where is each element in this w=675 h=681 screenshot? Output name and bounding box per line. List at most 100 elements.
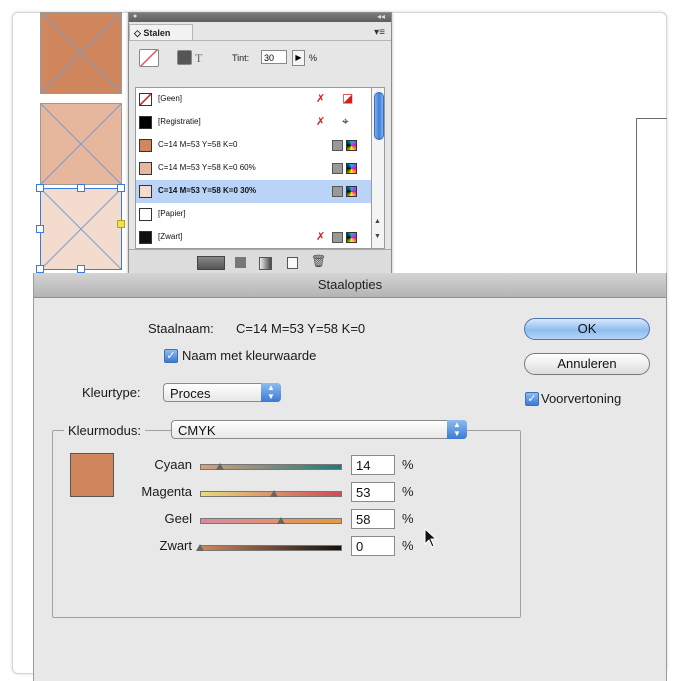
color-mode-value: CMYK: [178, 423, 216, 438]
swatch-name-label: Staalnaam:: [148, 321, 214, 336]
tint-arrow-icon[interactable]: ▶: [292, 50, 305, 66]
cancel-button[interactable]: Annuleren: [524, 353, 650, 375]
selection-handle[interactable]: [36, 225, 44, 233]
tint-input[interactable]: 30: [261, 50, 287, 64]
swatch-chip: [139, 231, 152, 244]
swatch-row-black[interactable]: [Zwart] ✗: [136, 226, 371, 249]
percent-unit: %: [402, 484, 414, 499]
tab-swatches[interactable]: ◇ Stalen: [129, 24, 193, 41]
swatch-chip: [139, 162, 152, 175]
panel-footer: 🗑: [129, 249, 391, 276]
slider-label-geel: Geel: [164, 511, 192, 526]
swatch-list-scrollbar[interactable]: ▲ ▼: [371, 87, 385, 249]
selection-handle[interactable]: [77, 184, 85, 192]
show-color-swatches-icon[interactable]: [235, 257, 246, 268]
placeholder-cross-icon: [41, 189, 121, 269]
color-preview-swatch: [70, 453, 114, 497]
swatch-row-paper[interactable]: [Papier]: [136, 203, 371, 226]
panel-menu-icon[interactable]: ▾≡: [374, 27, 385, 38]
swatch-row-registration[interactable]: [Registratie] ✗ ⌖: [136, 111, 371, 134]
slider-thumb-cyaan[interactable]: [215, 463, 224, 470]
registration-icon: ⌖: [342, 114, 349, 128]
percent-unit: %: [402, 538, 414, 553]
placeholder-cross-icon: [41, 104, 121, 184]
dialog-title: Staalopties: [34, 273, 666, 298]
preview-label: Voorvertoning: [541, 391, 622, 406]
tint-label: Tint:: [232, 53, 250, 63]
selection-handle[interactable]: [117, 184, 125, 192]
process-color-icon: [332, 232, 343, 243]
placeholder-cross-icon: [41, 13, 121, 93]
percent-unit: %: [402, 511, 414, 526]
panel-title-strip[interactable]: ● ◂◂: [129, 12, 391, 22]
selection-handle[interactable]: [36, 184, 44, 192]
scroll-thumb[interactable]: [374, 92, 384, 140]
page-edge: [636, 118, 667, 275]
process-color-icon: [332, 186, 343, 197]
tint-unit: %: [309, 53, 318, 63]
process-color-icon: [332, 163, 343, 174]
close-dot-icon[interactable]: ●: [133, 13, 137, 20]
no-edit-icon: ✗: [316, 93, 326, 105]
swatch-row-cmyk-30-selected[interactable]: C=14 M=53 Y=58 K=0 30%: [136, 180, 371, 203]
frame-tile-30-selected[interactable]: [40, 188, 122, 270]
cmyk-mode-icon: [346, 186, 357, 197]
swatch-row-cmyk[interactable]: C=14 M=53 Y=58 K=0: [136, 134, 371, 157]
name-with-value-checkbox[interactable]: ✓: [164, 349, 178, 363]
name-with-value-label: Naam met kleurwaarde: [182, 348, 317, 363]
slider-label-cyaan: Cyaan: [154, 457, 192, 472]
swatch-name: [Geen]: [158, 94, 183, 103]
no-edit-icon: ✗: [316, 116, 326, 128]
scroll-down-icon[interactable]: ▼: [374, 233, 381, 240]
preview-checkbox[interactable]: ✓: [525, 392, 539, 406]
swatch-options-dialog: Staalopties Staalnaam: C=14 M=53 Y=58 K=…: [33, 273, 667, 681]
slider-thumb-geel[interactable]: [277, 517, 286, 524]
cmyk-mode-icon: [346, 140, 357, 151]
percent-unit: %: [402, 457, 414, 472]
mouse-pointer-icon: [424, 528, 438, 548]
no-edit-icon: ✗: [316, 231, 326, 243]
swatch-chip: [139, 116, 152, 129]
collapse-icon[interactable]: ◂◂: [377, 12, 385, 21]
trash-icon[interactable]: 🗑: [311, 254, 326, 268]
formatting-container-icon[interactable]: [177, 50, 192, 65]
slider-track-zwart[interactable]: [200, 545, 342, 551]
color-mode-label: Kleurmodus:: [64, 423, 145, 438]
swatch-row-none[interactable]: [Geen] ✗ ◪: [136, 88, 371, 111]
swatch-name: [Papier]: [158, 209, 186, 218]
color-type-label: Kleurtype:: [82, 385, 141, 400]
selection-handle[interactable]: [36, 265, 44, 273]
slider-track-geel[interactable]: [200, 518, 342, 524]
show-all-swatches-icon[interactable]: [197, 256, 225, 270]
value-field-magenta[interactable]: 53: [351, 482, 395, 502]
value-field-geel[interactable]: 58: [351, 509, 395, 529]
swatch-chip: [139, 208, 152, 221]
frame-tile-100[interactable]: [40, 12, 122, 94]
frame-tile-60[interactable]: [40, 103, 122, 185]
slider-label-zwart: Zwart: [159, 538, 193, 553]
swatch-chip: [139, 185, 152, 198]
value-field-zwart[interactable]: 0: [351, 536, 395, 556]
swatch-name: [Zwart]: [158, 232, 183, 241]
stroke-none-icon: ◪: [342, 91, 354, 105]
color-mode-select[interactable]: CMYK ▲ ▼: [171, 420, 467, 439]
slider-thumb-zwart[interactable]: [196, 544, 204, 551]
swatch-name: C=14 M=53 Y=58 K=0: [158, 140, 238, 149]
scroll-up-icon[interactable]: ▲: [374, 218, 381, 225]
value-field-cyaan[interactable]: 14: [351, 455, 395, 475]
formatting-text-icon[interactable]: T: [195, 51, 202, 66]
swatch-chip: [139, 139, 152, 152]
ok-button[interactable]: OK: [524, 318, 650, 340]
show-gradient-swatches-icon[interactable]: [259, 257, 272, 270]
slider-label-magenta: Magenta: [141, 484, 192, 499]
color-type-value: Proces: [170, 386, 211, 401]
swatch-list: [Geen] ✗ ◪ [Registratie] ✗ ⌖ C=14 M=53 Y…: [135, 87, 372, 249]
slider-thumb-magenta[interactable]: [270, 490, 279, 497]
fill-stroke-icon[interactable]: [139, 49, 159, 67]
selection-handle[interactable]: [77, 265, 85, 273]
new-swatch-icon[interactable]: [287, 257, 298, 269]
frame-content-handle[interactable]: [117, 220, 125, 228]
color-type-select[interactable]: Proces ▲ ▼: [163, 383, 281, 402]
swatch-row-cmyk-60[interactable]: C=14 M=53 Y=58 K=0 60%: [136, 157, 371, 180]
swatch-name-value[interactable]: C=14 M=53 Y=58 K=0: [236, 321, 365, 336]
